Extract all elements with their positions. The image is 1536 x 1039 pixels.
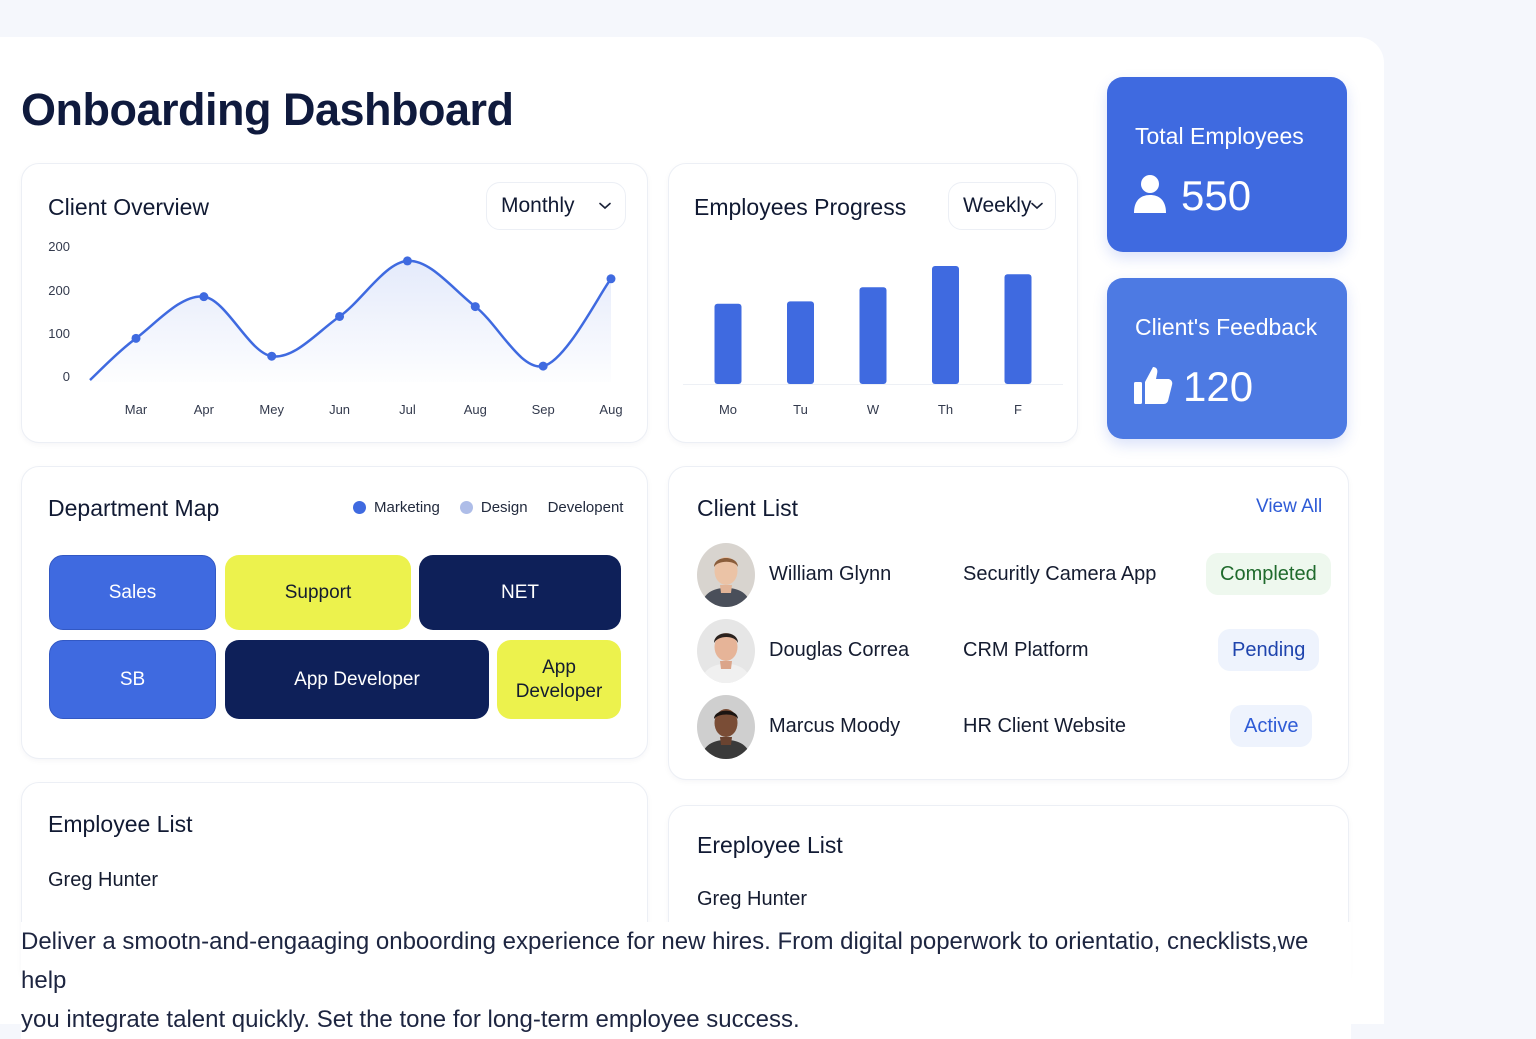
department-map-legend: Marketing Design Developent	[353, 499, 623, 516]
bar-Mo	[714, 303, 742, 384]
dept-tile-net[interactable]: NET	[419, 555, 621, 630]
y-tick-label: 100	[48, 326, 70, 341]
data-point-6	[538, 361, 548, 371]
client-project: Securitly Camera App	[963, 563, 1157, 585]
x-tick-label: Aug	[464, 402, 487, 417]
data-point-7	[606, 274, 616, 284]
client-row[interactable]: Marcus Moody HR Client Website Active	[697, 695, 1319, 759]
total-employees-card[interactable]: Total Employees 550	[1107, 77, 1347, 252]
client-feedback-card[interactable]: Client's Feedback 120	[1107, 278, 1347, 439]
total-employees-value-row: 550	[1133, 172, 1251, 220]
avatar	[697, 619, 755, 683]
dept-tile-app-developer-2[interactable]: App Developer	[497, 640, 621, 719]
employee-list-title: Employee List	[48, 811, 193, 837]
legend-marketing-label: Marketing	[374, 499, 440, 516]
client-overview-line-chart: 0 100 200 200 Mar Apr Mey Jun Jul Aug Sep Aug	[48, 239, 622, 417]
employee-list-item[interactable]: Greg Hunter	[48, 869, 158, 892]
status-badge: Active	[1230, 705, 1313, 747]
data-point-1	[199, 292, 209, 302]
total-employees-value: 550	[1181, 172, 1252, 219]
client-row[interactable]: William Glynn Securitly Camera App Compl…	[697, 543, 1331, 607]
page-title: Onboarding Dashboard	[21, 84, 514, 135]
x-tick-label: Sep	[532, 402, 555, 417]
description-text: Deliver a smootn-and-engaaging onboordin…	[21, 922, 1351, 1039]
data-point-0	[131, 333, 141, 343]
status-badge: Completed	[1206, 553, 1331, 595]
x-tick-label: Apr	[194, 402, 215, 417]
employee-list-item[interactable]: Greg Hunter	[697, 888, 807, 911]
data-point-4	[402, 256, 412, 266]
x-tick-label: Th	[938, 402, 953, 417]
client-project: CRM Platform	[963, 639, 1089, 661]
client-row[interactable]: Douglas Correa CRM Platform Pending	[697, 619, 1320, 683]
dept-tile-sales[interactable]: Sales	[49, 555, 216, 630]
client-name: Douglas Correa	[769, 639, 910, 661]
client-feedback-value-row: 120	[1133, 363, 1253, 411]
x-tick-label: Mo	[719, 402, 737, 417]
y-tick-label: 0	[63, 369, 70, 384]
employee-list-title-2: Ereployee List	[697, 832, 843, 858]
data-point-3	[335, 311, 345, 321]
client-name: Marcus Moody	[769, 715, 901, 737]
view-all-link[interactable]: View All	[1256, 496, 1322, 518]
bar-Th	[932, 266, 959, 384]
client-list-card: Client List View All William Glynn Secur…	[668, 466, 1349, 780]
x-tick-label: Tu	[793, 402, 808, 417]
data-point-5	[470, 302, 480, 312]
dept-tile-app-developer[interactable]: App Developer	[225, 640, 489, 719]
y-tick-label: 200	[48, 283, 70, 298]
avatar	[697, 695, 755, 759]
client-feedback-label: Client's Feedback	[1135, 314, 1318, 340]
client-name: William Glynn	[769, 563, 892, 585]
bar-F	[1004, 274, 1032, 384]
employees-progress-bar-chart: Mo Tu W Th F	[683, 266, 1063, 417]
client-overview-card: Client Overview Monthly 0 100 200 200 Mar Apr…	[21, 163, 648, 443]
x-tick-label: F	[1014, 402, 1022, 417]
client-feedback-value: 120	[1183, 363, 1254, 410]
status-badge: Pending	[1218, 629, 1320, 671]
x-tick-label: Jun	[329, 402, 350, 417]
x-tick-label: Mey	[259, 402, 284, 417]
client-list-title: Client List	[697, 495, 798, 521]
employees-progress-card: Employees Progress Weekly Mo Tu W Th F	[668, 163, 1078, 443]
description-line-1: Deliver a smootn-and-engaaging onboordin…	[21, 928, 1309, 994]
x-tick-label: Jul	[399, 402, 416, 417]
y-tick-label: 200	[48, 239, 70, 254]
x-tick-label: Aug	[599, 402, 622, 417]
client-project: HR Client Website	[963, 715, 1127, 737]
department-map-card: Department Map Marketing Design Develope…	[21, 466, 648, 759]
avatar	[697, 543, 755, 607]
x-tick-label: Mar	[125, 402, 148, 417]
legend-development-label: Developent	[547, 499, 624, 516]
legend-design-label: Design	[480, 499, 528, 516]
user-icon	[1133, 174, 1167, 219]
bar-Tu	[787, 301, 814, 384]
dept-tile-support[interactable]: Support	[225, 555, 411, 630]
legend-design-swatch	[459, 501, 473, 514]
total-employees-label: Total Employees	[1135, 123, 1304, 149]
data-point-2	[267, 351, 277, 361]
legend-marketing-swatch	[353, 501, 366, 514]
department-map-title: Department Map	[48, 495, 220, 521]
bar-W	[859, 287, 887, 384]
thumbs-up-icon	[1133, 364, 1173, 411]
x-tick-label: W	[867, 402, 880, 417]
description-line-2: you integrate talent quickly. Set the to…	[21, 1006, 800, 1033]
dept-tile-sb[interactable]: SB	[49, 640, 216, 719]
